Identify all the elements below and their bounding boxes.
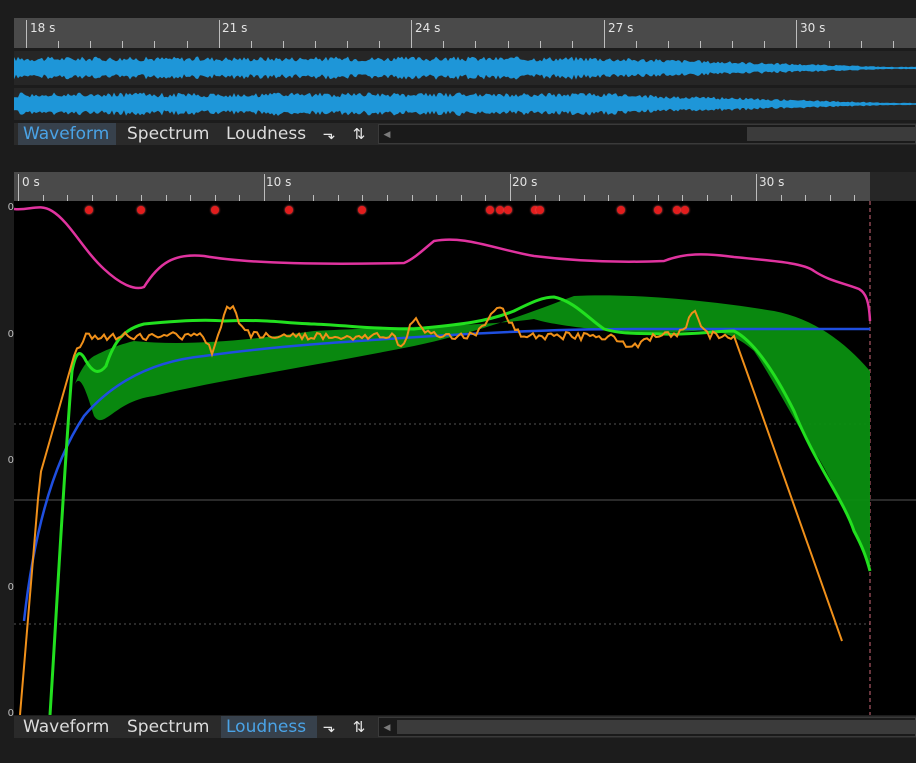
scroll-left-icon[interactable]: ◀	[379, 718, 395, 736]
tab-spectrum[interactable]: Spectrum	[122, 716, 216, 738]
ruler-tick	[764, 41, 766, 48]
marker-dot[interactable]	[503, 206, 512, 214]
ruler-tick	[510, 174, 511, 202]
bottom-view-tabbar: Waveform Spectrum Loudness ⬎ ⇅ ◀	[14, 716, 916, 738]
ruler-label: 18 s	[30, 21, 56, 35]
waveform-channel-left[interactable]	[14, 51, 916, 85]
ruler-label: 30 s	[759, 175, 785, 189]
ruler-label: 20 s	[512, 175, 538, 189]
ruler-tick	[892, 41, 894, 48]
y-tick-label: 0	[7, 455, 14, 466]
ruler-end-area	[870, 172, 916, 202]
ruler-label: 27 s	[608, 21, 634, 35]
ruler-label: 24 s	[415, 21, 441, 35]
ruler-tick	[732, 41, 734, 48]
tab-waveform[interactable]: Waveform	[18, 716, 116, 738]
ruler-tick	[860, 41, 862, 48]
marker-dot[interactable]	[535, 206, 544, 214]
tab-loudness[interactable]: Loudness	[221, 716, 317, 738]
loudness-graph	[14, 201, 916, 715]
ruler-tick	[122, 41, 124, 48]
ruler-tick	[218, 20, 220, 48]
ruler-tick	[571, 41, 573, 48]
marker-dot[interactable]	[616, 206, 625, 214]
ruler-tick	[347, 41, 348, 48]
ruler-tick	[668, 41, 669, 48]
bottom-horizontal-scrollbar[interactable]: ◀	[378, 717, 916, 737]
ruler-tick	[411, 20, 413, 48]
marker-dot[interactable]	[137, 206, 145, 214]
top-horizontal-scrollbar[interactable]: ◀	[378, 124, 916, 144]
ruler-tick	[314, 41, 316, 48]
waveform-shape	[14, 92, 916, 116]
waveform-shape	[14, 56, 916, 80]
ruler-tick	[154, 41, 156, 48]
ruler-tick	[58, 41, 60, 48]
ruler-tick	[539, 41, 541, 48]
marker-dot[interactable]	[210, 206, 219, 214]
ruler-tick	[796, 20, 798, 48]
ruler-tick	[635, 41, 637, 48]
marker-options-icon[interactable]: ⬎	[318, 716, 340, 738]
scroll-left-icon[interactable]: ◀	[379, 125, 395, 143]
ruler-tick	[507, 41, 509, 48]
ruler-tick	[282, 41, 284, 48]
ruler-label: 21 s	[222, 21, 248, 35]
ruler-tick	[264, 174, 265, 202]
tab-loudness[interactable]: Loudness	[221, 123, 317, 145]
tab-spectrum[interactable]: Spectrum	[122, 123, 216, 145]
marker-dot[interactable]	[653, 206, 662, 214]
bottom-time-ruler[interactable]: 0 s 10 s 20 s 30 s	[14, 172, 870, 202]
ruler-tick	[443, 41, 445, 48]
ruler-tick	[700, 41, 702, 48]
marker-dot[interactable]	[680, 206, 689, 214]
ruler-tick	[828, 41, 830, 48]
scroll-thumb[interactable]	[397, 720, 915, 734]
waveform-right	[14, 92, 916, 116]
y-tick-label: 0	[7, 708, 14, 719]
waveform-channel-right[interactable]	[14, 88, 916, 120]
marker-dot[interactable]	[284, 206, 293, 214]
ruler-tick	[603, 20, 605, 48]
ruler-tick	[756, 174, 757, 202]
loudness-range-band	[74, 295, 870, 571]
ruler-tick	[379, 41, 381, 48]
ruler-label: 10 s	[266, 175, 292, 189]
swap-updown-icon[interactable]: ⇅	[348, 716, 370, 738]
ruler-tick	[90, 41, 92, 48]
swap-updown-icon[interactable]: ⇅	[348, 123, 370, 145]
y-tick-label: 0	[7, 582, 14, 593]
ruler-tick	[18, 174, 19, 202]
marker-options-icon[interactable]: ⬎	[318, 123, 340, 145]
ruler-tick	[475, 41, 477, 48]
ruler-label: 0 s	[22, 175, 40, 189]
ruler-tick	[26, 20, 27, 48]
waveform-left	[14, 56, 916, 80]
short-term-max-curve	[14, 206, 872, 322]
ruler-tick	[250, 41, 252, 48]
ruler-label: 30 s	[800, 21, 826, 35]
tab-waveform[interactable]: Waveform	[18, 123, 116, 145]
y-tick-label: 0	[7, 202, 14, 213]
scroll-thumb[interactable]	[747, 127, 915, 141]
loudness-plot[interactable]	[14, 201, 916, 715]
ruler-tick	[186, 41, 188, 48]
y-tick-label: 0	[7, 329, 14, 340]
top-view-tabbar: Waveform Spectrum Loudness ⬎ ⇅ ◀	[14, 123, 916, 145]
top-time-ruler[interactable]: 18 s 21 s 24 s 27 s 30 s	[14, 18, 916, 48]
